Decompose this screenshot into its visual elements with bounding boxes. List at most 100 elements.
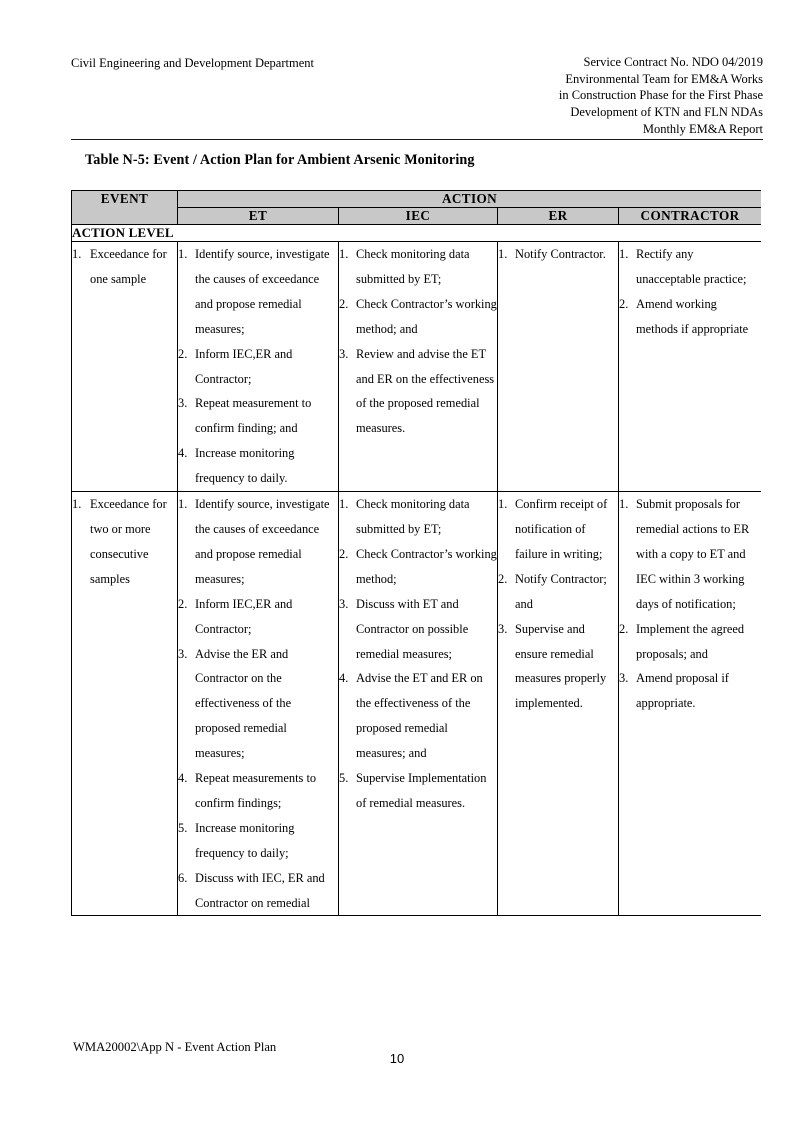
table-row: 1. Exceedance for one sample 1. Identify s… <box>71 240 761 493</box>
cell-list-item: 3. Advise the ER and Contractor on the ef… <box>178 642 338 767</box>
cell-list-item: 1. Identify source, investigate the cause… <box>178 242 338 342</box>
cell-list-item-number: 5. <box>178 820 188 835</box>
cell-list-item-number: 2. <box>339 546 349 561</box>
cell-list-item: 2. Check Contractor’s working method; <box>339 542 497 592</box>
cell-list-item-text: Notify Contractor; and <box>515 571 607 611</box>
cell-list-item-number: 3. <box>339 346 349 361</box>
cell-list-item: 1. Check monitoring data submitted by ET; <box>339 492 497 542</box>
header-action-group: ACTION <box>176 190 761 208</box>
header-line-2: Environmental Team for EM&A Works <box>565 71 763 86</box>
cell-item-list: 1. Check monitoring data submitted by ET;… <box>339 242 497 441</box>
cell-item-list: 1. Exceedance for one sample <box>72 242 177 292</box>
table-caption: Table N-5: Event / Action Plan for Ambie… <box>85 152 475 168</box>
cell-list-item: 2. Inform IEC,ER and Contractor; <box>178 592 338 642</box>
cell-list-item-text: Advise the ET and ER on the effectivenes… <box>356 671 483 761</box>
header-line-4: Development of KTN and FLN NDAs <box>570 104 763 119</box>
cell-list-item-number: 3. <box>178 396 188 411</box>
cell-list-item-text: Repeat measurements to confirm findings; <box>195 771 317 810</box>
header-line-3: in Construction Phase for the First Phas… <box>558 88 763 103</box>
cell-list-item-number: 2. <box>619 621 629 636</box>
cell-list-item-number: 1. <box>178 497 188 512</box>
cell-list-item-text: Discuss with IEC, ER and Contractor on r… <box>195 870 325 910</box>
cell-list-item: 1. Identify source, investigate the cause… <box>178 492 338 592</box>
cell-et: 1. Identify source, investigate the cause… <box>177 240 339 493</box>
cell-list-item-number: 4. <box>178 771 188 786</box>
table-row: 1. Exceedance for two or more consecutive… <box>71 491 761 917</box>
cell-list-item-number: 1. <box>72 497 82 512</box>
cell-item-list: 1. Confirm receipt of notification of fai… <box>498 492 618 716</box>
cell-list-item-text: Submit proposals for remedial actions to… <box>636 497 750 611</box>
cell-list-item: 2. Amend working methods if appropriate <box>619 292 761 342</box>
cell-item-list: 1. Exceedance for two or more consecutive… <box>72 492 177 592</box>
cell-event: 1. Exceedance for one sample <box>71 240 178 493</box>
table-head: EVENT ACTION ET IEC ER CONTRACTOR <box>71 190 761 225</box>
cell-list-item-text: Amend working methods if appropriate <box>636 296 749 336</box>
cell-list-item: 3. Supervise and ensure remedial measures… <box>498 617 618 717</box>
cell-list-item: 4. Repeat measurements to confirm finding… <box>178 766 338 816</box>
cell-contractor: 1. Submit proposals for remedial actions … <box>617 491 761 917</box>
cell-list-item-number: 1. <box>178 247 188 261</box>
document-header: Civil Engineering and Development Depart… <box>71 54 763 137</box>
cell-list-item: 1. Exceedance for one sample <box>72 242 177 292</box>
cell-list-item-text: Exceedance for two or more consecutive s… <box>90 497 167 586</box>
cell-list-item-text: Check monitoring data submitted by ET; <box>356 497 470 536</box>
cell-list-item: 3. Review and advise the ET and ER on the… <box>339 342 497 442</box>
cell-item-list: 1. Rectify any unacceptable practice; 2. Am… <box>619 242 761 342</box>
cell-list-item-text: Amend proposal if appropriate. <box>636 671 729 711</box>
cell-list-item-text: Increase monitoring frequency to daily; <box>195 820 295 860</box>
cell-list-item: 2. Check Contractor’s working method; and <box>339 292 497 342</box>
header-et: ET <box>177 207 339 225</box>
cell-list-item-number: 5. <box>339 771 349 786</box>
cell-list-item-number: 4. <box>339 671 349 686</box>
cell-item-list: 1. Identify source, investigate the cause… <box>178 492 338 915</box>
cell-list-item-number: 2. <box>339 296 349 311</box>
cell-list-item-text: Advise the ER and Contractor on the effe… <box>195 646 292 761</box>
header-contractor: CONTRACTOR <box>617 207 761 225</box>
cell-list-item-text: Check monitoring data submitted by ET; <box>356 247 470 286</box>
cell-list-item-number: 1. <box>619 247 629 261</box>
cell-list-item-text: Notify Contractor. <box>515 247 606 261</box>
cell-item-list: 1. Check monitoring data submitted by ET;… <box>339 492 497 816</box>
header-department-name: Civil Engineering and Development Depart… <box>71 56 314 70</box>
cell-list-item-number: 1. <box>72 247 82 261</box>
cell-list-item-number: 2. <box>178 346 188 361</box>
cell-list-item-text: Inform IEC,ER and Contractor; <box>195 596 293 636</box>
cell-list-item-text: Discuss with ET and Contractor on possib… <box>356 596 469 661</box>
cell-list-item: 5. Increase monitoring frequency to daily… <box>178 816 338 866</box>
cell-list-item-number: 1. <box>339 497 349 512</box>
cell-list-item-number: 2. <box>619 296 629 311</box>
document-page: Civil Engineering and Development Depart… <box>0 0 794 1123</box>
cell-list-item-number: 2. <box>178 596 188 611</box>
cell-list-item-number: 1. <box>339 247 349 261</box>
table-body: ACTION LEVEL 1. Exceedance for one sample… <box>71 224 761 917</box>
header-er: ER <box>497 207 619 225</box>
footer-page-number: 10 <box>389 1051 405 1066</box>
event-action-table-wrapper: EVENT ACTION ET IEC ER CONTRACTOR ACTION… <box>71 190 761 1016</box>
cell-list-item-text: Rectify any unacceptable practice; <box>636 247 747 286</box>
cell-list-item: 2. Inform IEC,ER and Contractor; <box>178 342 338 392</box>
cell-list-item: 1. Check monitoring data submitted by ET; <box>339 242 497 292</box>
cell-list-item-number: 3. <box>178 646 188 661</box>
cell-item-list: 1. Submit proposals for remedial actions … <box>619 492 761 716</box>
cell-list-item-number: 1. <box>498 247 508 261</box>
cell-list-item: 1. Exceedance for two or more consecutive… <box>72 492 177 592</box>
cell-list-item: 1. Notify Contractor. <box>498 242 618 267</box>
event-action-plan-table: EVENT ACTION ET IEC ER CONTRACTOR ACTION… <box>71 190 761 917</box>
cell-list-item-number: 2. <box>498 571 508 586</box>
header-event: EVENT <box>71 190 178 225</box>
header-iec: IEC <box>338 207 498 225</box>
cell-list-item-number: 4. <box>178 446 188 461</box>
cell-item-list: 1. Notify Contractor. <box>498 242 618 267</box>
cell-list-item-text: Repeat measurement to confirm finding; a… <box>195 396 312 436</box>
cell-er: 1. Notify Contractor. <box>497 240 619 493</box>
cell-list-item-text: Exceedance for one sample <box>90 247 167 286</box>
cell-event: 1. Exceedance for two or more consecutive… <box>71 491 178 917</box>
cell-iec: 1. Check monitoring data submitted by ET;… <box>338 491 498 917</box>
cell-list-item: 1. Confirm receipt of notification of fai… <box>498 492 618 567</box>
cell-list-item-text: Confirm receipt of notification of failu… <box>515 497 608 561</box>
cell-list-item-number: 3. <box>339 596 349 611</box>
cell-list-item-text: Identify source, investigate the causes … <box>195 497 330 586</box>
cell-list-item: 2. Notify Contractor; and <box>498 567 618 617</box>
cell-list-item-number: 1. <box>619 497 629 512</box>
cell-list-item-text: Check Contractor’s working method; and <box>356 296 497 336</box>
